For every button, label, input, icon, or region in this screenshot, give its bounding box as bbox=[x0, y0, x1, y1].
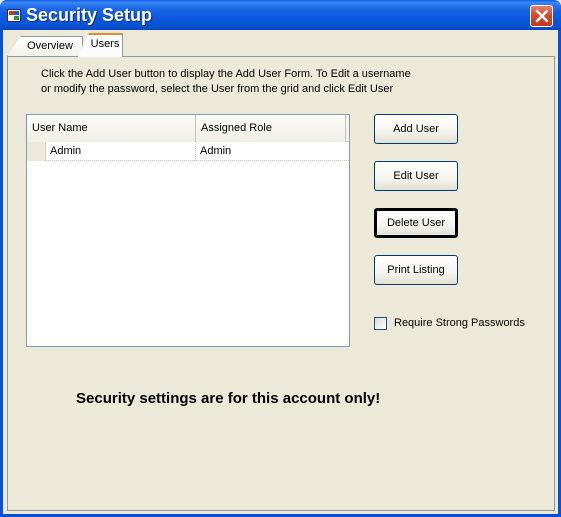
tab-overview-label: Overview bbox=[27, 40, 73, 52]
require-strong-passwords-label[interactable]: Require Strong Passwords bbox=[394, 316, 525, 331]
require-strong-passwords-option[interactable]: Require Strong Passwords bbox=[374, 316, 554, 332]
require-strong-passwords-checkbox[interactable] bbox=[374, 317, 387, 330]
edit-user-button[interactable]: Edit User bbox=[374, 161, 458, 191]
security-setup-window: Security Setup Overview Users Click the … bbox=[0, 0, 561, 517]
delete-user-button[interactable]: Delete User bbox=[374, 208, 458, 238]
window-client-area: Overview Users Click the Add User button… bbox=[3, 30, 558, 514]
close-icon bbox=[535, 9, 549, 23]
tab-overview[interactable]: Overview bbox=[7, 36, 83, 56]
close-button[interactable] bbox=[530, 5, 553, 27]
column-header-user-name[interactable]: User Name bbox=[27, 115, 196, 142]
add-user-button[interactable]: Add User bbox=[374, 114, 458, 144]
grid-header: User Name Assigned Role bbox=[27, 115, 349, 142]
column-header-assigned-role[interactable]: Assigned Role bbox=[196, 115, 346, 142]
instructions-line-2: or modify the password, select the User … bbox=[41, 83, 394, 95]
window-title: Security Setup bbox=[26, 5, 153, 25]
print-listing-button[interactable]: Print Listing bbox=[374, 255, 458, 285]
account-notice: Security settings are for this account o… bbox=[76, 390, 381, 407]
instructions-line-1: Click the Add User button to display the… bbox=[41, 68, 411, 80]
row-header[interactable] bbox=[27, 142, 46, 161]
tab-users[interactable]: Users bbox=[77, 33, 123, 57]
users-grid[interactable]: User Name Assigned Role Admin Admin bbox=[26, 114, 350, 347]
table-row[interactable]: Admin Admin bbox=[27, 142, 349, 161]
tab-users-label: Users bbox=[90, 38, 120, 50]
title-bar[interactable]: Security Setup bbox=[0, 0, 561, 30]
instructions-text: Click the Add User button to display the… bbox=[41, 67, 461, 97]
cell-assigned-role[interactable]: Admin bbox=[200, 142, 346, 161]
cell-user-name[interactable]: Admin bbox=[50, 142, 196, 161]
app-icon[interactable] bbox=[7, 9, 21, 22]
users-tab-panel: Click the Add User button to display the… bbox=[7, 56, 555, 511]
